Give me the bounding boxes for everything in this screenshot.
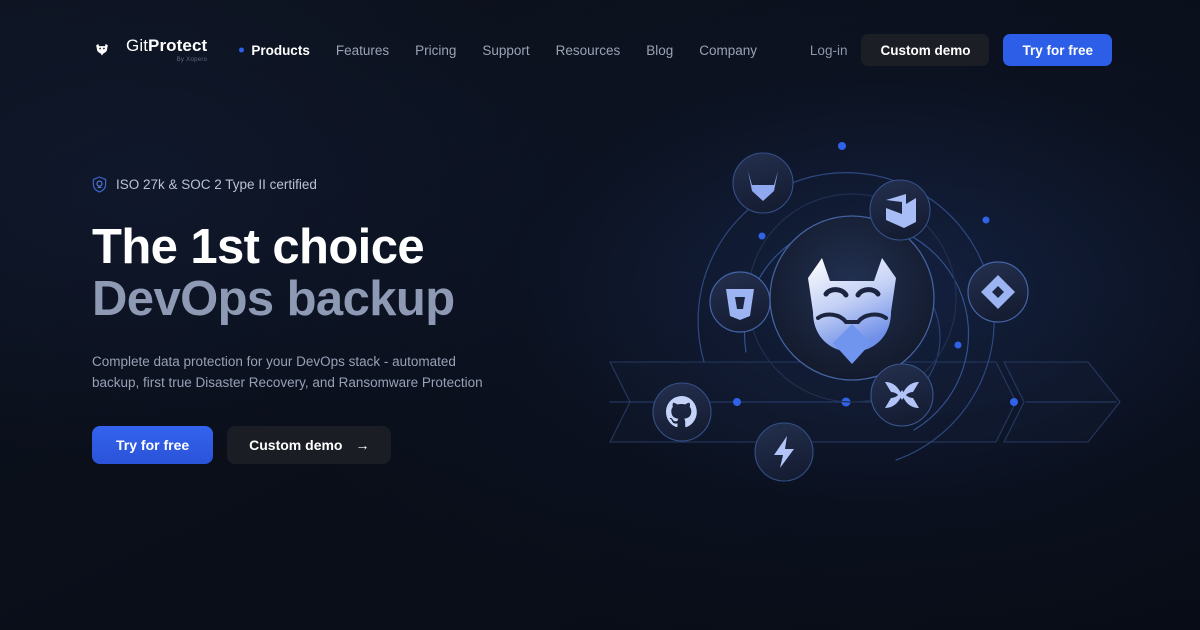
lightning-bolt-icon [754, 422, 814, 482]
site-header: GitProtect By Xopero Products Features P… [0, 0, 1200, 100]
hero-custom-demo-label: Custom demo [249, 436, 343, 453]
arrow-right-icon: → [355, 436, 370, 453]
nav-item-features[interactable]: Features [336, 43, 389, 58]
nav-item-pricing[interactable]: Pricing [415, 43, 456, 58]
nav-item-blog[interactable]: Blog [646, 43, 673, 58]
certification-label: ISO 27k & SOC 2 Type II certified [116, 177, 317, 192]
nav-item-support[interactable]: Support [482, 43, 529, 58]
hero-content: ISO 27k & SOC 2 Type II certified The 1s… [92, 176, 562, 464]
header-actions: Log-in Custom demo Try for free [810, 34, 1112, 66]
shield-check-icon [92, 176, 107, 193]
page-title: The 1st choice DevOps backup [92, 221, 562, 326]
nav-item-company[interactable]: Company [699, 43, 757, 58]
azure-devops-icon [869, 179, 931, 241]
certification-badge: ISO 27k & SOC 2 Type II certified [92, 176, 562, 193]
hero-cta-group: Try for free Custom demo → [92, 425, 562, 464]
devops-ecosystem-graphic [596, 130, 1136, 490]
try-for-free-button[interactable]: Try for free [1003, 34, 1112, 66]
brand-tagline: By Xopero [176, 57, 208, 63]
confluence-icon [870, 363, 934, 427]
github-icon [652, 382, 712, 442]
jira-icon [967, 261, 1029, 323]
brand-logo[interactable]: GitProtect By Xopero [88, 35, 207, 65]
gitlab-icon [732, 152, 794, 214]
nav-item-products[interactable]: Products [251, 43, 310, 58]
brand-name: GitProtect [126, 37, 207, 54]
landing-page: GitProtect By Xopero Products Features P… [0, 0, 1200, 630]
main-navigation: Products Features Pricing Support Resour… [251, 43, 757, 58]
brand-name-bold: Protect [148, 36, 208, 55]
hero-try-for-free-button[interactable]: Try for free [92, 425, 214, 464]
hero-subtitle: Complete data protection for your DevOps… [92, 353, 483, 390]
headline-line-1: The 1st choice [92, 220, 425, 274]
bitbucket-icon [709, 271, 771, 333]
nav-item-resources[interactable]: Resources [556, 43, 621, 58]
tiger-shield-icon [88, 35, 116, 65]
login-link[interactable]: Log-in [810, 43, 848, 58]
brand-name-light: Git [126, 36, 149, 55]
hero-custom-demo-button[interactable]: Custom demo → [227, 425, 392, 464]
custom-demo-button[interactable]: Custom demo [861, 34, 990, 66]
headline-line-2: DevOps backup [92, 272, 455, 327]
